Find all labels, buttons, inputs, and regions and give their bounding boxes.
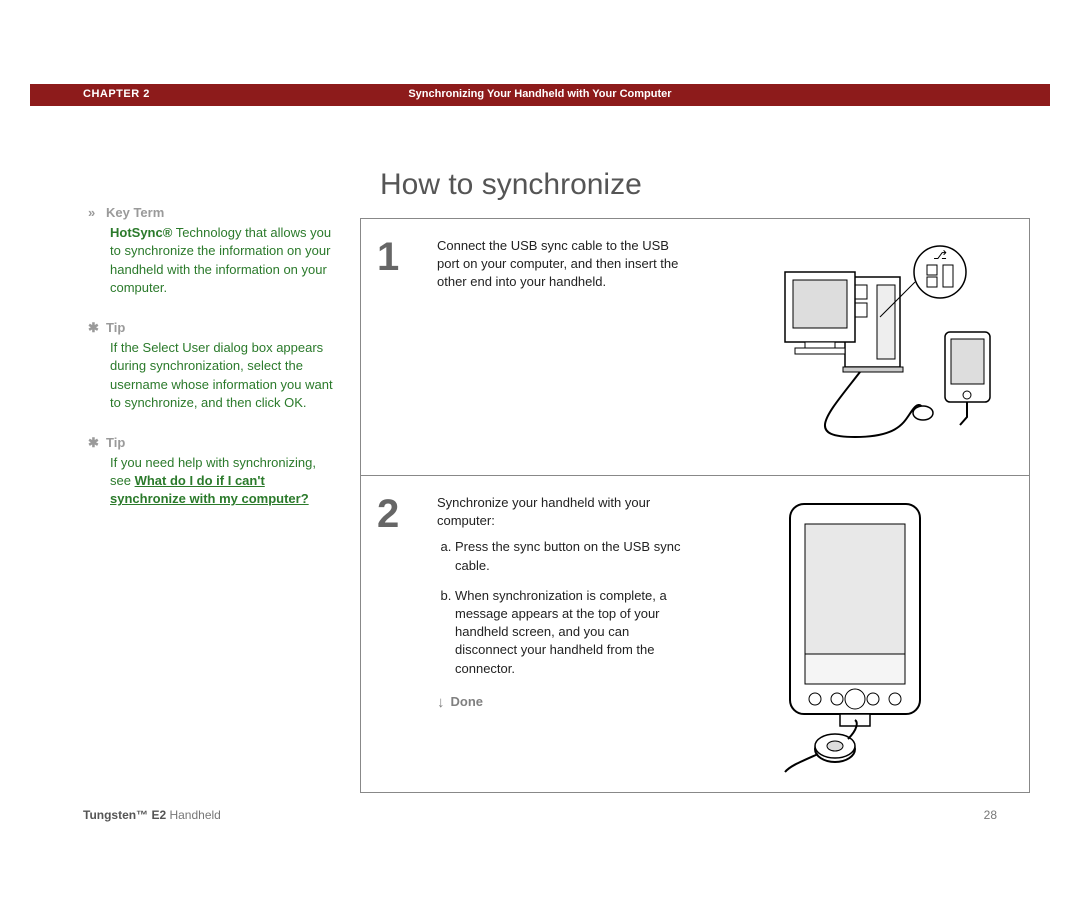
tip1-label: Tip — [106, 319, 125, 337]
tip2-label: Tip — [106, 434, 125, 452]
step2-a: Press the sync button on the USB sync ca… — [455, 538, 687, 574]
keyterm-marker-icon: » — [88, 204, 106, 222]
handheld-sync-illustration — [740, 494, 970, 774]
chapter-label: CHAPTER 2 — [30, 87, 150, 102]
step-number: 2 — [377, 494, 437, 774]
done-label: Done — [451, 693, 484, 711]
step1-illustration: ⎇ — [697, 237, 1013, 457]
keyterm-label: Key Term — [106, 204, 164, 222]
chapter-header-bar: CHAPTER 2 Synchronizing Your Handheld wi… — [30, 84, 1050, 106]
page-footer: Tungsten™ E2 Handheld 28 — [30, 807, 1050, 824]
product-name: Tungsten™ E2 Handheld — [83, 807, 221, 824]
svg-text:⎇: ⎇ — [933, 248, 947, 262]
step2-b: When synchronization is complete, a mess… — [455, 587, 687, 678]
computer-handheld-cable-illustration: ⎇ — [705, 237, 1005, 457]
step-row: 2 Synchronize your handheld with your co… — [361, 476, 1029, 792]
product-rest: Handheld — [166, 808, 221, 822]
done-indicator: ↓ Done — [437, 692, 687, 713]
sidebar: » Key Term HotSync® Technology that allo… — [30, 124, 360, 793]
tip1-text: If the Select User dialog box appears du… — [110, 339, 340, 412]
main-content: How to synchronize 1 Connect the USB syn… — [360, 124, 1050, 793]
tip1-block: ✱ Tip If the Select User dialog box appe… — [110, 319, 340, 412]
done-arrow-icon: ↓ — [437, 692, 445, 713]
step-row: 1 Connect the USB sync cable to the USB … — [361, 219, 1029, 476]
step2-illustration — [697, 494, 1013, 774]
tip2-link[interactable]: What do I do if I can't synchronize with… — [110, 473, 309, 506]
chapter-title: Synchronizing Your Handheld with Your Co… — [150, 87, 1050, 102]
tip2-block: ✱ Tip If you need help with synchronizin… — [110, 434, 340, 509]
keyterm-block: » Key Term HotSync® Technology that allo… — [110, 204, 340, 297]
step1-text: Connect the USB sync cable to the USB po… — [437, 237, 697, 457]
tip-marker-icon: ✱ — [88, 319, 106, 337]
tip-marker-icon: ✱ — [88, 434, 106, 452]
steps-box: 1 Connect the USB sync cable to the USB … — [360, 218, 1030, 793]
product-bold: Tungsten™ E2 — [83, 808, 166, 822]
page-title: How to synchronize — [380, 164, 1030, 206]
keyterm-term: HotSync® — [110, 225, 172, 240]
step2-intro: Synchronize your handheld with your comp… — [437, 494, 687, 530]
page-number: 28 — [984, 807, 997, 824]
step-number: 1 — [377, 237, 437, 457]
